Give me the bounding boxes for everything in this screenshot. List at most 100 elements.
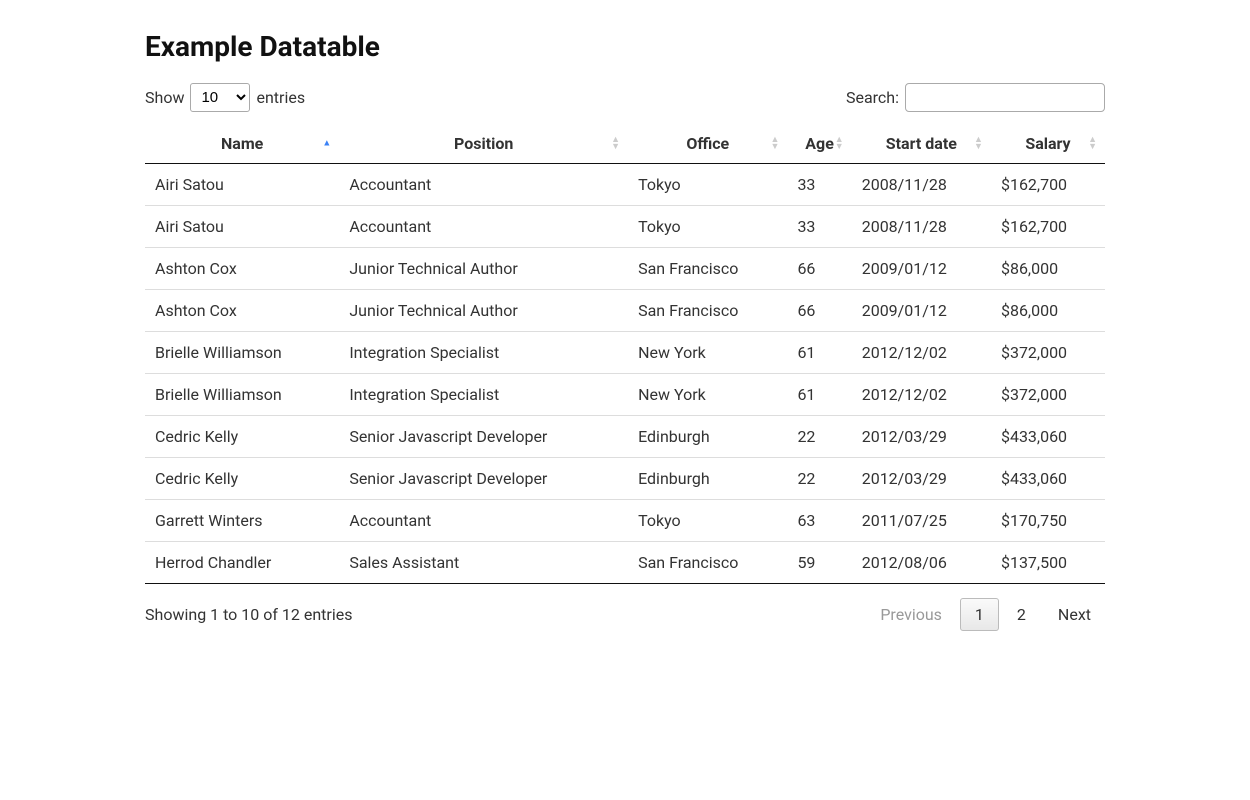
sort-icon: ▲▼: [974, 137, 983, 151]
cell-position: Integration Specialist: [339, 374, 628, 416]
table-row: Brielle WilliamsonIntegration Specialist…: [145, 374, 1105, 416]
cell-name: Ashton Cox: [145, 248, 339, 290]
cell-name: Garrett Winters: [145, 500, 339, 542]
cell-salary: $372,000: [991, 332, 1105, 374]
column-header-office[interactable]: Office ▲▼: [628, 124, 787, 164]
cell-start_date: 2008/11/28: [852, 206, 991, 248]
cell-age: 63: [787, 500, 851, 542]
cell-salary: $372,000: [991, 374, 1105, 416]
cell-start_date: 2012/12/02: [852, 374, 991, 416]
column-label: Name: [221, 134, 263, 153]
cell-salary: $137,500: [991, 542, 1105, 584]
table-row: Ashton CoxJunior Technical AuthorSan Fra…: [145, 290, 1105, 332]
table-row: Herrod ChandlerSales AssistantSan Franci…: [145, 542, 1105, 584]
cell-name: Brielle Williamson: [145, 332, 339, 374]
column-label: Office: [686, 134, 729, 153]
cell-position: Senior Javascript Developer: [339, 416, 628, 458]
pagination: Previous12Next: [866, 598, 1105, 631]
cell-name: Ashton Cox: [145, 290, 339, 332]
table-row: Airi SatouAccountantTokyo332008/11/28$16…: [145, 206, 1105, 248]
cell-salary: $433,060: [991, 458, 1105, 500]
cell-age: 22: [787, 458, 851, 500]
column-header-start-date[interactable]: Start date ▲▼: [852, 124, 991, 164]
sort-icon: ▲▼: [1088, 137, 1097, 151]
cell-office: Tokyo: [628, 164, 787, 206]
page-title: Example Datatable: [145, 30, 1105, 63]
cell-position: Accountant: [339, 164, 628, 206]
table-info: Showing 1 to 10 of 12 entries: [145, 605, 352, 624]
cell-office: Edinburgh: [628, 416, 787, 458]
cell-start_date: 2012/12/02: [852, 332, 991, 374]
table-row: Cedric KellySenior Javascript DeveloperE…: [145, 458, 1105, 500]
table-row: Airi SatouAccountantTokyo332008/11/28$16…: [145, 164, 1105, 206]
search-control: Search:: [846, 83, 1105, 112]
cell-age: 61: [787, 332, 851, 374]
table-row: Brielle WilliamsonIntegration Specialist…: [145, 332, 1105, 374]
column-header-salary[interactable]: Salary ▲▼: [991, 124, 1105, 164]
cell-salary: $86,000: [991, 248, 1105, 290]
cell-age: 59: [787, 542, 851, 584]
cell-office: San Francisco: [628, 290, 787, 332]
table-row: Cedric KellySenior Javascript DeveloperE…: [145, 416, 1105, 458]
cell-salary: $433,060: [991, 416, 1105, 458]
page-button-2[interactable]: 2: [1003, 599, 1040, 630]
cell-start_date: 2008/11/28: [852, 164, 991, 206]
next-button[interactable]: Next: [1044, 599, 1105, 630]
cell-name: Cedric Kelly: [145, 416, 339, 458]
cell-position: Accountant: [339, 206, 628, 248]
cell-position: Integration Specialist: [339, 332, 628, 374]
data-table: Name▲Position▲▼Office▲▼Age▲▼Start date▲▼…: [145, 124, 1105, 584]
cell-salary: $162,700: [991, 164, 1105, 206]
cell-name: Airi Satou: [145, 164, 339, 206]
column-label: Start date: [886, 134, 957, 153]
previous-button: Previous: [866, 599, 956, 630]
cell-start_date: 2012/03/29: [852, 458, 991, 500]
table-row: Garrett WintersAccountantTokyo632011/07/…: [145, 500, 1105, 542]
cell-age: 66: [787, 290, 851, 332]
cell-start_date: 2009/01/12: [852, 248, 991, 290]
cell-salary: $170,750: [991, 500, 1105, 542]
page-length-select[interactable]: 102550100: [190, 83, 250, 112]
cell-age: 66: [787, 248, 851, 290]
cell-position: Sales Assistant: [339, 542, 628, 584]
cell-name: Cedric Kelly: [145, 458, 339, 500]
cell-position: Accountant: [339, 500, 628, 542]
page-button-1[interactable]: 1: [960, 598, 999, 631]
cell-name: Herrod Chandler: [145, 542, 339, 584]
cell-office: New York: [628, 332, 787, 374]
cell-office: New York: [628, 374, 787, 416]
column-header-name[interactable]: Name ▲: [145, 124, 339, 164]
sort-icon: ▲▼: [771, 137, 780, 151]
column-label: Age: [805, 134, 834, 153]
sort-icon: ▲▼: [835, 137, 844, 151]
show-label: Show: [145, 88, 184, 107]
cell-office: Tokyo: [628, 500, 787, 542]
cell-salary: $162,700: [991, 206, 1105, 248]
cell-age: 61: [787, 374, 851, 416]
cell-position: Junior Technical Author: [339, 248, 628, 290]
length-control: Show 102550100 entries: [145, 83, 305, 112]
cell-salary: $86,000: [991, 290, 1105, 332]
cell-office: San Francisco: [628, 542, 787, 584]
search-label: Search:: [846, 88, 899, 107]
column-label: Salary: [1025, 134, 1070, 153]
cell-start_date: 2012/03/29: [852, 416, 991, 458]
cell-start_date: 2011/07/25: [852, 500, 991, 542]
cell-start_date: 2009/01/12: [852, 290, 991, 332]
cell-position: Junior Technical Author: [339, 290, 628, 332]
cell-position: Senior Javascript Developer: [339, 458, 628, 500]
column-header-age[interactable]: Age▲▼: [787, 124, 851, 164]
cell-name: Airi Satou: [145, 206, 339, 248]
column-label: Position: [454, 134, 513, 153]
cell-start_date: 2012/08/06: [852, 542, 991, 584]
sort-icon: ▲: [322, 140, 331, 147]
cell-age: 33: [787, 164, 851, 206]
entries-label: entries: [256, 88, 305, 107]
cell-office: Tokyo: [628, 206, 787, 248]
column-header-position[interactable]: Position▲▼: [339, 124, 628, 164]
cell-age: 22: [787, 416, 851, 458]
search-input[interactable]: [905, 83, 1105, 112]
cell-office: San Francisco: [628, 248, 787, 290]
table-row: Ashton CoxJunior Technical AuthorSan Fra…: [145, 248, 1105, 290]
cell-office: Edinburgh: [628, 458, 787, 500]
